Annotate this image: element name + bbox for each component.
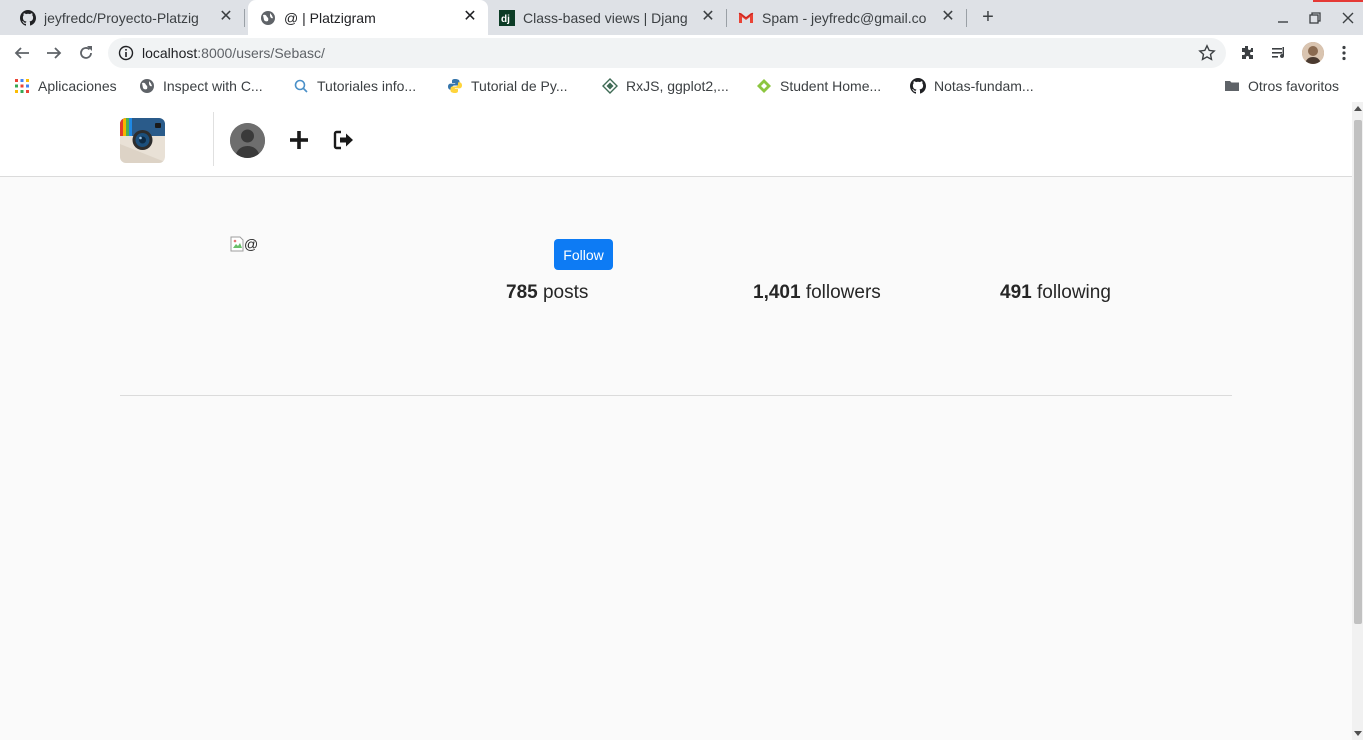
following-count: 491 — [1000, 282, 1032, 303]
globe-icon — [260, 10, 276, 26]
svg-text:dj: dj — [501, 14, 510, 25]
tutorial-icon — [293, 78, 309, 94]
tab-title: @ | Platzigram — [284, 9, 376, 26]
scrollbar-thumb[interactable] — [1354, 120, 1362, 624]
globe-icon — [139, 78, 155, 94]
bookmark-tutoriales[interactable]: Tutoriales info... — [293, 71, 416, 101]
url-path: :8000/users/Sebasc/ — [197, 45, 325, 61]
media-queue-icon[interactable] — [1270, 44, 1288, 62]
new-tab-button[interactable]: + — [978, 7, 998, 27]
broken-image-icon — [230, 236, 244, 252]
posts-label: posts — [542, 282, 589, 303]
followers-label: followers — [805, 282, 881, 303]
url-host: localhost — [142, 45, 198, 61]
bookmark-label: Aplicaciones — [38, 78, 117, 94]
bookmark-star-icon[interactable] — [1198, 44, 1216, 62]
tab-github[interactable]: jeyfredc/Proyecto-Platzig ✕ — [0, 0, 244, 35]
tab-title: jeyfredc/Proyecto-Platzig — [44, 9, 199, 26]
bookmark-label: Otros favoritos — [1248, 78, 1340, 94]
bookmark-label: Notas-fundam... — [934, 78, 1034, 94]
reload-icon[interactable] — [76, 43, 96, 63]
address-bar[interactable]: localhost:8000/users/Sebasc/ — [108, 38, 1226, 68]
bookmark-label: Tutorial de Py... — [471, 78, 568, 94]
bookmark-inspect[interactable]: Inspect with C... — [139, 71, 263, 101]
tab-title: Spam - jeyfredc@gmail.co — [762, 9, 927, 26]
scroll-up-icon[interactable] — [1354, 106, 1362, 111]
github-icon — [20, 9, 36, 26]
bookmark-label: Inspect with C... — [163, 78, 263, 94]
tab-gmail[interactable]: Spam - jeyfredc@gmail.co ✕ — [728, 0, 966, 35]
diamond-icon — [602, 78, 618, 94]
url-text[interactable]: localhost:8000/users/Sebasc/ — [142, 45, 325, 61]
tab-strip: jeyfredc/Proyecto-Platzig ✕ @ | Platzigr… — [0, 0, 1363, 35]
logout-icon[interactable] — [333, 130, 355, 150]
menu-icon[interactable] — [1335, 44, 1353, 62]
tab-platzigram[interactable]: @ | Platzigram ✕ — [248, 0, 488, 35]
close-tab-icon[interactable]: ✕ — [700, 9, 716, 25]
profile-avatar[interactable] — [1302, 42, 1324, 64]
github-icon — [910, 78, 926, 94]
close-window-icon[interactable] — [1338, 8, 1358, 28]
minimize-icon[interactable] — [1273, 8, 1293, 28]
close-tab-icon[interactable]: ✕ — [462, 9, 478, 25]
browser-toolbar: localhost:8000/users/Sebasc/ — [0, 35, 1363, 71]
close-tab-icon[interactable]: ✕ — [218, 9, 234, 25]
scroll-down-icon[interactable] — [1354, 731, 1362, 736]
django-icon: dj — [499, 9, 515, 26]
bookmarks-bar: Aplicaciones Inspect with C... Tutoriale… — [0, 71, 1363, 103]
tab-separator — [966, 9, 967, 27]
bookmark-python[interactable]: Tutorial de Py... — [447, 71, 567, 101]
add-post-icon[interactable] — [289, 130, 309, 150]
bookmark-label: Tutoriales info... — [317, 78, 417, 94]
close-tab-icon[interactable]: ✕ — [940, 9, 956, 25]
user-avatar[interactable] — [230, 123, 265, 158]
apps-grid-icon — [14, 78, 30, 94]
restore-icon[interactable] — [1305, 8, 1325, 28]
navbar-divider — [213, 112, 214, 166]
bookmark-label: RxJS, ggplot2,... — [626, 78, 729, 94]
platzigram-logo[interactable] — [120, 118, 165, 163]
followers-stat[interactable]: 1,401 followers — [753, 282, 881, 304]
window-accent-mark — [1313, 0, 1363, 2]
profile-picture-alt: @ — [244, 236, 259, 252]
app-navbar — [0, 102, 1352, 177]
forward-icon[interactable] — [44, 43, 64, 63]
page-scrollbar[interactable] — [1352, 102, 1363, 740]
following-label: following — [1036, 282, 1111, 303]
gmail-icon — [738, 10, 754, 26]
tab-separator — [726, 9, 727, 27]
folder-icon — [1224, 78, 1240, 94]
posts-count: 785 — [506, 282, 538, 303]
bookmark-rxjs[interactable]: RxJS, ggplot2,... — [602, 71, 729, 101]
extensions-icon[interactable] — [1238, 44, 1256, 62]
bookmark-apps[interactable]: Aplicaciones — [14, 71, 117, 101]
bookmark-other-favorites[interactable]: Otros favoritos — [1224, 71, 1339, 101]
followers-count: 1,401 — [753, 282, 801, 303]
tab-separator — [244, 9, 245, 27]
bookmark-label: Student Home... — [780, 78, 882, 94]
bookmark-student[interactable]: Student Home... — [756, 71, 881, 101]
page-content: @ Follow 785 posts 1,401 followers 491 f… — [0, 102, 1352, 740]
student-icon — [756, 78, 772, 94]
profile-divider — [120, 395, 1232, 396]
tab-title: Class-based views | Djang — [523, 9, 688, 26]
python-icon — [447, 78, 463, 94]
bookmark-notas[interactable]: Notas-fundam... — [910, 71, 1034, 101]
back-icon[interactable] — [12, 43, 32, 63]
follow-button[interactable]: Follow — [554, 239, 613, 270]
following-stat[interactable]: 491 following — [1000, 282, 1111, 304]
tab-django[interactable]: dj Class-based views | Djang ✕ — [490, 0, 726, 35]
posts-stat: 785 posts — [506, 282, 588, 304]
site-info-icon[interactable] — [118, 45, 134, 61]
profile-picture: @ — [230, 234, 270, 254]
